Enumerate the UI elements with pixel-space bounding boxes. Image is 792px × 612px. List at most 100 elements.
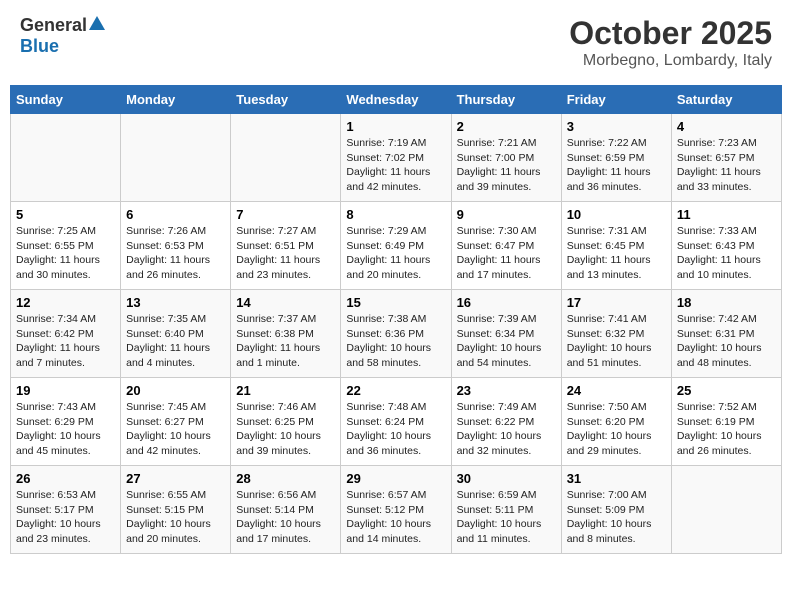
- day-number: 28: [236, 471, 335, 486]
- day-number: 7: [236, 207, 335, 222]
- calendar-cell: 4 Sunrise: 7:23 AM Sunset: 6:57 PM Daylig…: [671, 114, 781, 202]
- day-number: 29: [346, 471, 445, 486]
- day-info: Sunrise: 7:27 AM Sunset: 6:51 PM Dayligh…: [236, 224, 335, 283]
- logo-general-text: General: [20, 15, 87, 36]
- day-info: Sunrise: 7:45 AM Sunset: 6:27 PM Dayligh…: [126, 400, 225, 459]
- calendar-cell: [121, 114, 231, 202]
- calendar-cell: 8 Sunrise: 7:29 AM Sunset: 6:49 PM Daylig…: [341, 202, 451, 290]
- page-header: General Blue October 2025 Morbegno, Lomb…: [10, 10, 782, 75]
- calendar-cell: 25 Sunrise: 7:52 AM Sunset: 6:19 PM Dayli…: [671, 378, 781, 466]
- day-info: Sunrise: 7:23 AM Sunset: 6:57 PM Dayligh…: [677, 136, 776, 195]
- day-number: 25: [677, 383, 776, 398]
- header-friday: Friday: [561, 86, 671, 114]
- calendar-cell: 16 Sunrise: 7:39 AM Sunset: 6:34 PM Dayli…: [451, 290, 561, 378]
- day-number: 10: [567, 207, 666, 222]
- calendar-cell: 26Sunrise: 6:53 AM Sunset: 5:17 PM Dayli…: [11, 466, 121, 554]
- day-number: 30: [457, 471, 556, 486]
- calendar-cell: 22 Sunrise: 7:48 AM Sunset: 6:24 PM Dayli…: [341, 378, 451, 466]
- day-info: Sunrise: 7:37 AM Sunset: 6:38 PM Dayligh…: [236, 312, 335, 371]
- header-wednesday: Wednesday: [341, 86, 451, 114]
- day-number: 15: [346, 295, 445, 310]
- calendar-cell: 3Sunrise: 7:22 AM Sunset: 6:59 PM Daylig…: [561, 114, 671, 202]
- day-info: Sunrise: 7:42 AM Sunset: 6:31 PM Dayligh…: [677, 312, 776, 371]
- calendar-week-1: 1 Sunrise: 7:19 AM Sunset: 7:02 PM Daylig…: [11, 114, 782, 202]
- month-title: October 2025: [569, 15, 772, 52]
- calendar-cell: 30 Sunrise: 6:59 AM Sunset: 5:11 PM Dayli…: [451, 466, 561, 554]
- day-info: Sunrise: 7:33 AM Sunset: 6:43 PM Dayligh…: [677, 224, 776, 283]
- calendar-cell: 6 Sunrise: 7:26 AM Sunset: 6:53 PM Daylig…: [121, 202, 231, 290]
- day-info: Sunrise: 7:21 AM Sunset: 7:00 PM Dayligh…: [457, 136, 556, 195]
- day-info: Sunrise: 6:55 AM Sunset: 5:15 PM Dayligh…: [126, 488, 225, 547]
- calendar-cell: 2 Sunrise: 7:21 AM Sunset: 7:00 PM Daylig…: [451, 114, 561, 202]
- day-info: Sunrise: 7:26 AM Sunset: 6:53 PM Dayligh…: [126, 224, 225, 283]
- day-number: 2: [457, 119, 556, 134]
- day-number: 31: [567, 471, 666, 486]
- day-number: 1: [346, 119, 445, 134]
- day-number: 8: [346, 207, 445, 222]
- day-number: 22: [346, 383, 445, 398]
- day-info: Sunrise: 7:25 AM Sunset: 6:55 PM Dayligh…: [16, 224, 115, 283]
- day-info: Sunrise: 7:35 AM Sunset: 6:40 PM Dayligh…: [126, 312, 225, 371]
- calendar-cell: 15 Sunrise: 7:38 AM Sunset: 6:36 PM Dayli…: [341, 290, 451, 378]
- logo-blue-text: Blue: [20, 36, 59, 57]
- day-info: Sunrise: 7:30 AM Sunset: 6:47 PM Dayligh…: [457, 224, 556, 283]
- logo-triangle-icon: [89, 16, 105, 35]
- day-info: Sunrise: 6:56 AM Sunset: 5:14 PM Dayligh…: [236, 488, 335, 547]
- day-number: 20: [126, 383, 225, 398]
- calendar-cell: [231, 114, 341, 202]
- day-number: 17: [567, 295, 666, 310]
- day-info: Sunrise: 7:38 AM Sunset: 6:36 PM Dayligh…: [346, 312, 445, 371]
- calendar-cell: 29 Sunrise: 6:57 AM Sunset: 5:12 PM Dayli…: [341, 466, 451, 554]
- calendar-cell: 19Sunrise: 7:43 AM Sunset: 6:29 PM Dayli…: [11, 378, 121, 466]
- logo: General Blue: [20, 15, 105, 57]
- calendar-week-2: 5Sunrise: 7:25 AM Sunset: 6:55 PM Daylig…: [11, 202, 782, 290]
- day-number: 23: [457, 383, 556, 398]
- calendar-cell: [11, 114, 121, 202]
- day-info: Sunrise: 6:59 AM Sunset: 5:11 PM Dayligh…: [457, 488, 556, 547]
- day-info: Sunrise: 7:34 AM Sunset: 6:42 PM Dayligh…: [16, 312, 115, 371]
- location-title: Morbegno, Lombardy, Italy: [569, 52, 772, 70]
- calendar-week-5: 26Sunrise: 6:53 AM Sunset: 5:17 PM Dayli…: [11, 466, 782, 554]
- day-info: Sunrise: 7:29 AM Sunset: 6:49 PM Dayligh…: [346, 224, 445, 283]
- calendar-cell: 28 Sunrise: 6:56 AM Sunset: 5:14 PM Dayli…: [231, 466, 341, 554]
- day-number: 12: [16, 295, 115, 310]
- day-number: 4: [677, 119, 776, 134]
- calendar-cell: 18Sunrise: 7:42 AM Sunset: 6:31 PM Dayli…: [671, 290, 781, 378]
- day-number: 9: [457, 207, 556, 222]
- day-info: Sunrise: 7:48 AM Sunset: 6:24 PM Dayligh…: [346, 400, 445, 459]
- day-number: 14: [236, 295, 335, 310]
- day-info: Sunrise: 7:52 AM Sunset: 6:19 PM Dayligh…: [677, 400, 776, 459]
- day-info: Sunrise: 7:50 AM Sunset: 6:20 PM Dayligh…: [567, 400, 666, 459]
- day-info: Sunrise: 7:46 AM Sunset: 6:25 PM Dayligh…: [236, 400, 335, 459]
- calendar-cell: 12 Sunrise: 7:34 AM Sunset: 6:42 PM Dayli…: [11, 290, 121, 378]
- day-number: 24: [567, 383, 666, 398]
- day-number: 13: [126, 295, 225, 310]
- header-monday: Monday: [121, 86, 231, 114]
- calendar-cell: 21 Sunrise: 7:46 AM Sunset: 6:25 PM Dayli…: [231, 378, 341, 466]
- day-info: Sunrise: 7:31 AM Sunset: 6:45 PM Dayligh…: [567, 224, 666, 283]
- day-info: Sunrise: 7:39 AM Sunset: 6:34 PM Dayligh…: [457, 312, 556, 371]
- calendar-cell: 17 Sunrise: 7:41 AM Sunset: 6:32 PM Dayli…: [561, 290, 671, 378]
- day-info: Sunrise: 7:41 AM Sunset: 6:32 PM Dayligh…: [567, 312, 666, 371]
- day-number: 27: [126, 471, 225, 486]
- calendar-cell: 14 Sunrise: 7:37 AM Sunset: 6:38 PM Dayli…: [231, 290, 341, 378]
- calendar-week-3: 12 Sunrise: 7:34 AM Sunset: 6:42 PM Dayli…: [11, 290, 782, 378]
- calendar-week-4: 19Sunrise: 7:43 AM Sunset: 6:29 PM Dayli…: [11, 378, 782, 466]
- calendar-table: SundayMondayTuesdayWednesdayThursdayFrid…: [10, 85, 782, 554]
- day-number: 21: [236, 383, 335, 398]
- calendar-cell: 11 Sunrise: 7:33 AM Sunset: 6:43 PM Dayli…: [671, 202, 781, 290]
- calendar-cell: [671, 466, 781, 554]
- day-info: Sunrise: 6:57 AM Sunset: 5:12 PM Dayligh…: [346, 488, 445, 547]
- calendar-cell: 7 Sunrise: 7:27 AM Sunset: 6:51 PM Daylig…: [231, 202, 341, 290]
- calendar-cell: 24 Sunrise: 7:50 AM Sunset: 6:20 PM Dayli…: [561, 378, 671, 466]
- header-sunday: Sunday: [11, 86, 121, 114]
- day-number: 6: [126, 207, 225, 222]
- day-info: Sunrise: 7:19 AM Sunset: 7:02 PM Dayligh…: [346, 136, 445, 195]
- calendar-cell: 5Sunrise: 7:25 AM Sunset: 6:55 PM Daylig…: [11, 202, 121, 290]
- day-number: 11: [677, 207, 776, 222]
- calendar-header-row: SundayMondayTuesdayWednesdayThursdayFrid…: [11, 86, 782, 114]
- day-number: 16: [457, 295, 556, 310]
- header-tuesday: Tuesday: [231, 86, 341, 114]
- day-number: 3: [567, 119, 666, 134]
- title-block: October 2025 Morbegno, Lombardy, Italy: [569, 15, 772, 70]
